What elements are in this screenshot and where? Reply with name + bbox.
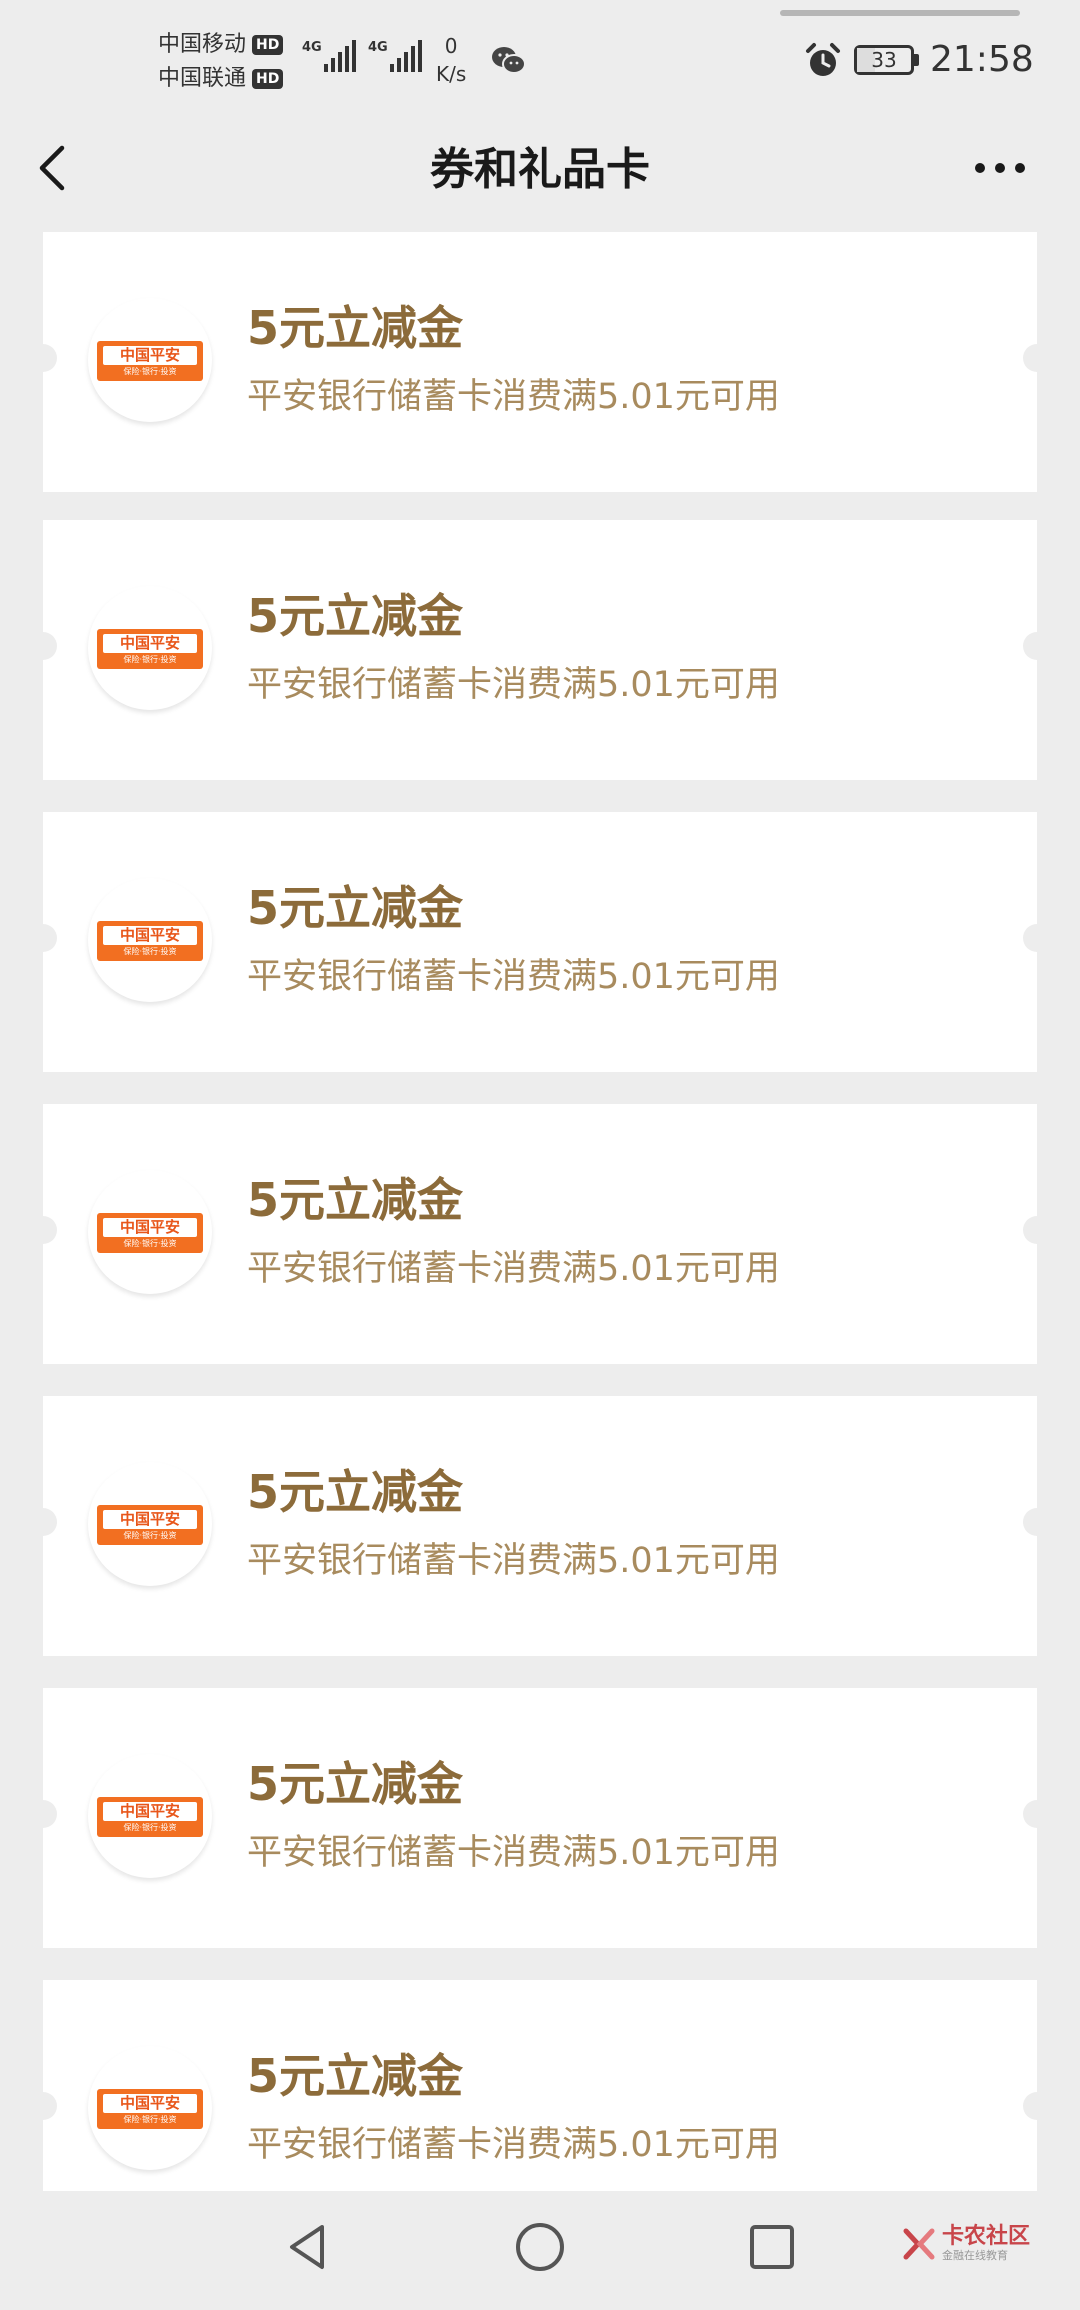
ping-an-logo-icon: 中国平安 保险·银行·投资	[88, 1170, 212, 1294]
coupon-card[interactable]: 中国平安 保险·银行·投资 5元立减金 平安银行储蓄卡消费满5.01元可用	[29, 232, 1051, 492]
clock: 21:58	[930, 39, 1034, 80]
coupon-notch	[1023, 1216, 1051, 1244]
coupon-description: 平安银行储蓄卡消费满5.01元可用	[247, 1833, 780, 1873]
coupon-notch	[29, 344, 57, 372]
coupon-notch	[29, 632, 57, 660]
logo-tagline: 保险·银行·投资	[123, 1239, 177, 1248]
coupon-notch	[29, 1508, 57, 1536]
more-options-button[interactable]	[970, 146, 1030, 190]
coupon-title: 5元立减金	[247, 1757, 464, 1811]
logo-name: 中国平安	[103, 1218, 197, 1237]
coupon-notch	[1023, 2092, 1051, 2120]
hd-badge: HD	[252, 69, 284, 89]
coupon-description: 平安银行储蓄卡消费满5.01元可用	[247, 1541, 780, 1581]
coupon-title: 5元立减金	[247, 1173, 464, 1227]
coupon-notch	[29, 924, 57, 952]
watermark-name: 卡农社区	[942, 2224, 1031, 2249]
logo-name: 中国平安	[103, 634, 197, 653]
coupon-card[interactable]: 中国平安 保险·银行·投资 5元立减金 平安银行储蓄卡消费满5.01元可用	[29, 1104, 1051, 1364]
coupon-notch	[1023, 344, 1051, 372]
logo-name: 中国平安	[103, 1510, 197, 1529]
gesture-pill	[780, 10, 1020, 16]
status-bar: 中国移动 HD 中国联通 HD 4G 4G 0 K/s 33 21:58	[0, 0, 1080, 110]
net-speed: 0 K/s	[436, 32, 466, 88]
network-type-label: 4G	[302, 40, 322, 55]
net-speed-value: 0	[444, 34, 458, 58]
logo-tagline: 保险·银行·投资	[123, 367, 177, 376]
coupon-card[interactable]: 中国平安 保险·银行·投资 5元立减金 平安银行储蓄卡消费满5.01元可用	[29, 1980, 1051, 2191]
system-nav-bar: 卡农社区 金融在线教育	[0, 2191, 1080, 2310]
coupon-notch	[29, 1800, 57, 1828]
coupon-description: 平安银行储蓄卡消费满5.01元可用	[247, 377, 780, 417]
coupon-notch	[29, 1216, 57, 1244]
nav-recent-apps-button[interactable]	[742, 2217, 802, 2277]
screen: 中国移动 HD 中国联通 HD 4G 4G 0 K/s 33 21:58 券和礼…	[0, 0, 1080, 2310]
alarm-icon	[806, 43, 840, 76]
wechat-icon	[492, 47, 526, 74]
coupon-description: 平安银行储蓄卡消费满5.01元可用	[247, 665, 780, 705]
coupon-description: 平安银行储蓄卡消费满5.01元可用	[247, 957, 780, 997]
hd-badge: HD	[252, 35, 284, 55]
coupon-card[interactable]: 中国平安 保险·银行·投资 5元立减金 平安银行储蓄卡消费满5.01元可用	[29, 520, 1051, 780]
net-speed-unit: K/s	[436, 62, 467, 86]
carrier-1-label: 中国移动	[158, 32, 247, 57]
carrier-2-label: 中国联通	[158, 66, 247, 91]
coupon-notch	[1023, 632, 1051, 660]
nav-home-button[interactable]	[510, 2217, 570, 2277]
nav-back-button[interactable]	[278, 2217, 338, 2277]
logo-tagline: 保险·银行·投资	[123, 655, 177, 664]
coupon-notch	[1023, 924, 1051, 952]
kanong-logo-icon	[903, 2228, 935, 2260]
logo-name: 中国平安	[103, 346, 197, 365]
coupon-list: 中国平安 保险·银行·投资 5元立减金 平安银行储蓄卡消费满5.01元可用 中国…	[0, 228, 1080, 2191]
nav-bar: 券和礼品卡	[0, 110, 1080, 228]
signal-1-icon: 4G	[302, 40, 356, 72]
watermark: 卡农社区 金融在线教育	[900, 2225, 1030, 2263]
coupon-card[interactable]: 中国平安 保险·银行·投资 5元立减金 平安银行储蓄卡消费满5.01元可用	[29, 812, 1051, 1072]
logo-tagline: 保险·银行·投资	[123, 1531, 177, 1540]
coupon-notch	[1023, 1508, 1051, 1536]
coupon-notch	[1023, 1800, 1051, 1828]
logo-name: 中国平安	[103, 2094, 197, 2113]
ping-an-logo-icon: 中国平安 保险·银行·投资	[88, 1754, 212, 1878]
coupon-title: 5元立减金	[247, 2049, 464, 2103]
coupon-title: 5元立减金	[247, 301, 464, 355]
coupon-description: 平安银行储蓄卡消费满5.01元可用	[247, 1249, 780, 1289]
ping-an-logo-icon: 中国平安 保险·银行·投资	[88, 298, 212, 422]
watermark-subtitle: 金融在线教育	[942, 2249, 1008, 2262]
battery-icon: 33	[854, 45, 914, 75]
coupon-notch	[29, 2092, 57, 2120]
ping-an-logo-icon: 中国平安 保险·银行·投资	[88, 2046, 212, 2170]
coupon-description: 平安银行储蓄卡消费满5.01元可用	[247, 2125, 780, 2165]
ping-an-logo-icon: 中国平安 保险·银行·投资	[88, 1462, 212, 1586]
coupon-title: 5元立减金	[247, 1465, 464, 1519]
logo-tagline: 保险·银行·投资	[123, 2115, 177, 2124]
coupon-card[interactable]: 中国平安 保险·银行·投资 5元立减金 平安银行储蓄卡消费满5.01元可用	[29, 1396, 1051, 1656]
signal-2-icon: 4G	[368, 40, 422, 72]
coupon-title: 5元立减金	[247, 589, 464, 643]
ping-an-logo-icon: 中国平安 保险·银行·投资	[88, 878, 212, 1002]
page-title: 券和礼品卡	[430, 144, 650, 195]
battery-level-text: 33	[871, 48, 897, 72]
battery-tip	[914, 54, 919, 66]
logo-tagline: 保险·银行·投资	[123, 1823, 177, 1832]
carrier-info: 中国移动 HD 中国联通 HD	[158, 28, 284, 96]
logo-tagline: 保险·银行·投资	[123, 947, 177, 956]
coupon-title: 5元立减金	[247, 881, 464, 935]
logo-name: 中国平安	[103, 926, 197, 945]
coupon-card[interactable]: 中国平安 保险·银行·投资 5元立减金 平安银行储蓄卡消费满5.01元可用	[29, 1688, 1051, 1948]
network-type-label: 4G	[368, 40, 388, 55]
ping-an-logo-icon: 中国平安 保险·银行·投资	[88, 586, 212, 710]
logo-name: 中国平安	[103, 1802, 197, 1821]
